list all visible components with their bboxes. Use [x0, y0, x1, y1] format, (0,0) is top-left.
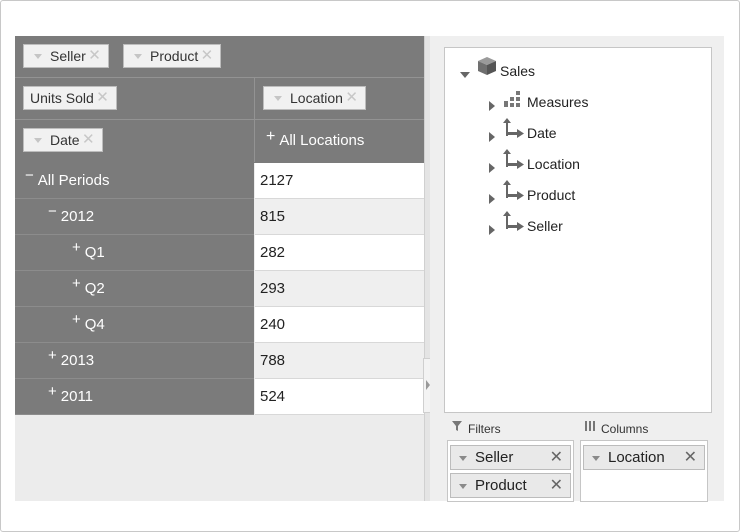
- caret-right-icon[interactable]: [489, 101, 495, 111]
- columns-zone-label: Columns: [601, 422, 649, 436]
- measure-chip-label: Units Sold: [30, 90, 94, 106]
- collapse-icon[interactable]: −: [48, 203, 57, 220]
- table-row: −2012 815: [15, 199, 424, 235]
- row-header-q1[interactable]: + Q1: [15, 235, 254, 271]
- cell-value: 524: [255, 379, 424, 415]
- collapse-icon[interactable]: −: [25, 167, 34, 184]
- column-chip-label: Location: [290, 90, 343, 106]
- expand-icon[interactable]: +: [48, 347, 57, 364]
- cell-value: 815: [255, 199, 424, 235]
- row-label: 2013: [60, 352, 95, 369]
- zone-chip-location[interactable]: Location ✕: [583, 445, 705, 470]
- row-label: Q4: [84, 316, 105, 333]
- table-row: + Q1 282: [15, 235, 424, 271]
- chevron-down-icon: [34, 137, 42, 143]
- row-chip-label: Date: [50, 132, 80, 148]
- funnel-icon: [452, 421, 462, 431]
- table-row: +2013 788: [15, 343, 424, 379]
- row-header-q4[interactable]: + Q4: [15, 307, 254, 343]
- remove-icon[interactable]: ✕: [550, 474, 563, 497]
- tree-item-location[interactable]: Location: [527, 156, 580, 172]
- row-header-all-periods[interactable]: − All Periods: [15, 163, 254, 199]
- expand-icon[interactable]: +: [72, 239, 81, 256]
- row-label: All Periods: [37, 172, 110, 189]
- remove-icon[interactable]: ✕: [88, 45, 101, 67]
- expand-icon[interactable]: +: [72, 275, 81, 292]
- row-label: 2012: [60, 208, 95, 225]
- remove-icon[interactable]: ✕: [345, 87, 358, 109]
- hierarchy-icon: [503, 149, 524, 169]
- remove-icon[interactable]: ✕: [82, 129, 95, 151]
- remove-icon[interactable]: ✕: [550, 446, 563, 469]
- chevron-down-icon: [459, 456, 467, 461]
- tree-item-seller[interactable]: Seller: [527, 218, 563, 234]
- tree-item-date[interactable]: Date: [527, 125, 557, 141]
- expand-icon: +: [266, 128, 276, 145]
- caret-right-icon[interactable]: [489, 163, 495, 173]
- filter-chip-label: Product: [150, 48, 199, 64]
- cell-value: 240: [255, 307, 424, 343]
- filter-chip-seller[interactable]: Seller ✕: [23, 44, 109, 68]
- chevron-down-icon: [459, 484, 467, 489]
- column-member-label: All Locations: [279, 132, 365, 149]
- hierarchy-icon: [503, 180, 524, 200]
- filter-chip-product[interactable]: Product ✕: [123, 44, 222, 68]
- caret-right-icon[interactable]: [489, 132, 495, 142]
- table-row: − All Periods 2127: [15, 163, 424, 199]
- columns-icon: [585, 421, 595, 431]
- expand-icon[interactable]: +: [48, 383, 57, 400]
- row-chip-date[interactable]: Date ✕: [23, 128, 103, 152]
- zone-chip-label: Product: [475, 477, 527, 494]
- table-row: + Q2 293: [15, 271, 424, 307]
- tree-item-product[interactable]: Product: [527, 187, 575, 203]
- zone-chip-label: Seller: [475, 449, 514, 466]
- row-header-q2[interactable]: + Q2: [15, 271, 254, 307]
- column-divider: [254, 78, 255, 162]
- cell-value: 293: [255, 271, 424, 307]
- hierarchy-icon: [503, 211, 524, 231]
- cell-value: 788: [255, 343, 424, 379]
- filters-zone-label: Filters: [468, 422, 501, 436]
- measure-chip[interactable]: Units Sold ✕: [23, 86, 117, 110]
- remove-icon[interactable]: ✕: [201, 45, 214, 67]
- tree-item-measures[interactable]: Measures: [527, 94, 588, 110]
- expand-icon[interactable]: +: [72, 311, 81, 328]
- row-header-2012[interactable]: −2012: [15, 199, 254, 235]
- zone-chip-product[interactable]: Product ✕: [450, 473, 571, 498]
- row-label: Q1: [84, 244, 105, 261]
- chevron-down-icon: [274, 95, 282, 101]
- row-header-2013[interactable]: +2013: [15, 343, 254, 379]
- row-label: Q2: [84, 280, 105, 297]
- hierarchy-icon: [503, 118, 524, 138]
- chevron-down-icon: [592, 456, 600, 461]
- cell-value: 282: [255, 235, 424, 271]
- row-label: 2011: [60, 388, 94, 405]
- caret-down-icon[interactable]: [460, 72, 470, 78]
- tree-root-sales[interactable]: Sales: [500, 63, 535, 79]
- field-tree: Sales Measures Date Location Product Sel…: [444, 47, 712, 413]
- zone-chip-seller[interactable]: Seller ✕: [450, 445, 571, 470]
- table-row: +2011 524: [15, 379, 424, 415]
- pivot-area: Seller ✕ Product ✕ Units Sold ✕ Location…: [15, 36, 424, 501]
- cube-icon: [478, 57, 496, 75]
- chevron-down-icon: [134, 53, 142, 59]
- row-header-2011[interactable]: +2011: [15, 379, 254, 415]
- measures-icon: [504, 91, 520, 107]
- pivot-header: Seller ✕ Product ✕ Units Sold ✕ Location…: [15, 36, 424, 163]
- zone-chip-label: Location: [608, 449, 665, 466]
- filter-chip-label: Seller: [50, 48, 86, 64]
- caret-right-icon[interactable]: [489, 194, 495, 204]
- cell-value: 2127: [255, 163, 424, 199]
- table-row: + Q4 240: [15, 307, 424, 343]
- chevron-down-icon: [34, 53, 42, 59]
- caret-right-icon[interactable]: [489, 225, 495, 235]
- column-chip-location[interactable]: Location ✕: [263, 86, 366, 110]
- remove-icon[interactable]: ✕: [96, 87, 109, 109]
- remove-icon[interactable]: ✕: [684, 446, 697, 469]
- column-member-all-locations[interactable]: + All Locations: [266, 128, 365, 150]
